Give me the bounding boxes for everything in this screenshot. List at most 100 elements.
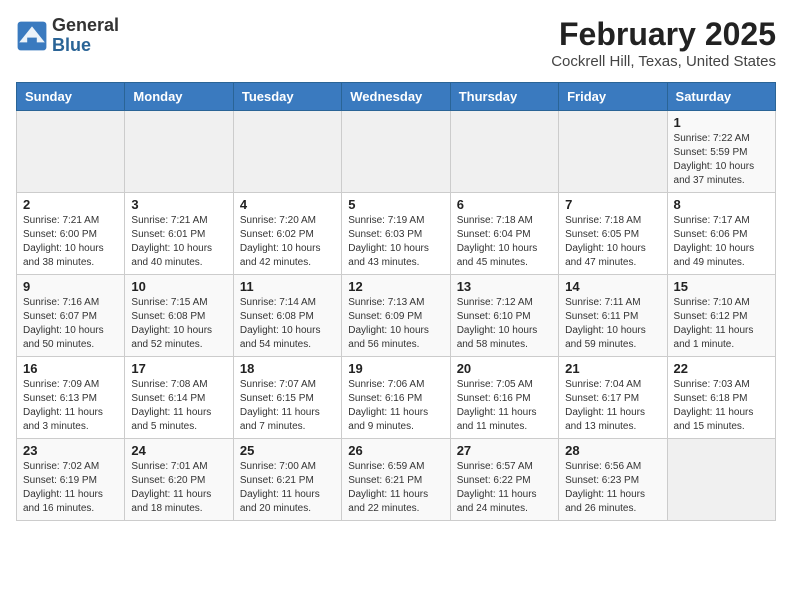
day-number: 18 [240, 361, 335, 376]
day-number: 28 [565, 443, 660, 458]
day-info: Sunrise: 7:14 AM Sunset: 6:08 PM Dayligh… [240, 296, 335, 352]
day-info: Sunrise: 7:01 AM Sunset: 6:20 PM Dayligh… [131, 460, 226, 516]
day-number: 11 [240, 279, 335, 294]
calendar-cell: 25 Sunrise: 7:00 AM Sunset: 6:21 PM Dayli… [233, 439, 341, 521]
day-number: 22 [674, 361, 769, 376]
day-number: 17 [131, 361, 226, 376]
weekday-header-sunday: Sunday [17, 83, 125, 111]
day-number: 15 [674, 279, 769, 294]
day-info: Sunrise: 7:10 AM Sunset: 6:12 PM Dayligh… [674, 296, 769, 352]
calendar-cell: 14 Sunrise: 7:11 AM Sunset: 6:11 PM Dayli… [559, 275, 667, 357]
calendar-cell: 21 Sunrise: 7:04 AM Sunset: 6:17 PM Dayli… [559, 357, 667, 439]
day-number: 20 [457, 361, 552, 376]
weekday-header-wednesday: Wednesday [342, 83, 450, 111]
calendar-cell: 16 Sunrise: 7:09 AM Sunset: 6:13 PM Dayli… [17, 357, 125, 439]
calendar-cell: 12 Sunrise: 7:13 AM Sunset: 6:09 PM Dayli… [342, 275, 450, 357]
page-subtitle: Cockrell Hill, Texas, United States [551, 53, 776, 70]
day-number: 26 [348, 443, 443, 458]
calendar-header: SundayMondayTuesdayWednesdayThursdayFrid… [17, 83, 776, 111]
day-number: 19 [348, 361, 443, 376]
calendar-cell: 24 Sunrise: 7:01 AM Sunset: 6:20 PM Dayli… [125, 439, 233, 521]
calendar-table: SundayMondayTuesdayWednesdayThursdayFrid… [16, 82, 776, 521]
day-info: Sunrise: 7:08 AM Sunset: 6:14 PM Dayligh… [131, 378, 226, 434]
logo: General Blue [16, 16, 119, 56]
calendar-cell: 23Sunrise: 7:02 AM Sunset: 6:19 PM Dayli… [17, 439, 125, 521]
logo-general-text: General [52, 15, 119, 35]
calendar-cell: 26Sunrise: 6:59 AM Sunset: 6:21 PM Dayli… [342, 439, 450, 521]
day-info: Sunrise: 7:18 AM Sunset: 6:04 PM Dayligh… [457, 214, 552, 270]
day-info: Sunrise: 7:18 AM Sunset: 6:05 PM Dayligh… [565, 214, 660, 270]
page-header: General Blue February 2025 Cockrell Hill… [16, 16, 776, 70]
calendar-cell: 19 Sunrise: 7:06 AM Sunset: 6:16 PM Dayli… [342, 357, 450, 439]
day-number: 14 [565, 279, 660, 294]
calendar-cell: 15 Sunrise: 7:10 AM Sunset: 6:12 PM Dayli… [667, 275, 775, 357]
day-info: Sunrise: 7:05 AM Sunset: 6:16 PM Dayligh… [457, 378, 552, 434]
calendar-cell: 28 Sunrise: 6:56 AM Sunset: 6:23 PM Dayli… [559, 439, 667, 521]
day-info: Sunrise: 7:04 AM Sunset: 6:17 PM Dayligh… [565, 378, 660, 434]
calendar-cell: 27Sunrise: 6:57 AM Sunset: 6:22 PM Dayli… [450, 439, 558, 521]
day-number: 10 [131, 279, 226, 294]
day-number: 12 [348, 279, 443, 294]
weekday-header-thursday: Thursday [450, 83, 558, 111]
day-number: 27 [457, 443, 552, 458]
calendar-body: 1 Sunrise: 7:22 AM Sunset: 5:59 PM Daylig… [17, 111, 776, 521]
day-info: Sunrise: 7:03 AM Sunset: 6:18 PM Dayligh… [674, 378, 769, 434]
day-info: Sunrise: 7:17 AM Sunset: 6:06 PM Dayligh… [674, 214, 769, 270]
calendar-cell [450, 111, 558, 193]
day-info: Sunrise: 7:07 AM Sunset: 6:15 PM Dayligh… [240, 378, 335, 434]
day-info: Sunrise: 7:12 AM Sunset: 6:10 PM Dayligh… [457, 296, 552, 352]
calendar-cell [125, 111, 233, 193]
day-number: 1 [674, 115, 769, 130]
day-info: Sunrise: 7:06 AM Sunset: 6:16 PM Dayligh… [348, 378, 443, 434]
calendar-cell: 1 Sunrise: 7:22 AM Sunset: 5:59 PM Daylig… [667, 111, 775, 193]
day-info: Sunrise: 7:19 AM Sunset: 6:03 PM Dayligh… [348, 214, 443, 270]
calendar-cell [233, 111, 341, 193]
day-number: 13 [457, 279, 552, 294]
calendar-cell: 6 Sunrise: 7:18 AM Sunset: 6:04 PM Daylig… [450, 193, 558, 275]
logo-icon [16, 20, 48, 52]
day-number: 21 [565, 361, 660, 376]
day-number: 6 [457, 197, 552, 212]
day-info: Sunrise: 7:13 AM Sunset: 6:09 PM Dayligh… [348, 296, 443, 352]
day-info: Sunrise: 7:21 AM Sunset: 6:01 PM Dayligh… [131, 214, 226, 270]
day-number: 4 [240, 197, 335, 212]
calendar-cell: 4Sunrise: 7:20 AM Sunset: 6:02 PM Daylig… [233, 193, 341, 275]
title-block: February 2025 Cockrell Hill, Texas, Unit… [551, 16, 776, 70]
logo-blue-text: Blue [52, 35, 91, 55]
day-info: Sunrise: 7:09 AM Sunset: 6:13 PM Dayligh… [23, 378, 118, 434]
weekday-header-friday: Friday [559, 83, 667, 111]
calendar-cell: 9Sunrise: 7:16 AM Sunset: 6:07 PM Daylig… [17, 275, 125, 357]
day-info: Sunrise: 7:02 AM Sunset: 6:19 PM Dayligh… [23, 460, 118, 516]
calendar-cell: 11 Sunrise: 7:14 AM Sunset: 6:08 PM Dayli… [233, 275, 341, 357]
day-number: 24 [131, 443, 226, 458]
calendar-cell [17, 111, 125, 193]
day-number: 25 [240, 443, 335, 458]
calendar-cell [667, 439, 775, 521]
calendar-cell: 8 Sunrise: 7:17 AM Sunset: 6:06 PM Daylig… [667, 193, 775, 275]
day-info: Sunrise: 7:15 AM Sunset: 6:08 PM Dayligh… [131, 296, 226, 352]
weekday-header-tuesday: Tuesday [233, 83, 341, 111]
calendar-cell: 7 Sunrise: 7:18 AM Sunset: 6:05 PM Daylig… [559, 193, 667, 275]
day-number: 3 [131, 197, 226, 212]
day-number: 8 [674, 197, 769, 212]
day-number: 16 [23, 361, 118, 376]
calendar-cell: 18 Sunrise: 7:07 AM Sunset: 6:15 PM Dayli… [233, 357, 341, 439]
day-info: Sunrise: 7:00 AM Sunset: 6:21 PM Dayligh… [240, 460, 335, 516]
weekday-header-saturday: Saturday [667, 83, 775, 111]
day-number: 2 [23, 197, 118, 212]
day-info: Sunrise: 6:56 AM Sunset: 6:23 PM Dayligh… [565, 460, 660, 516]
calendar-cell: 2Sunrise: 7:21 AM Sunset: 6:00 PM Daylig… [17, 193, 125, 275]
page-title: February 2025 [551, 16, 776, 53]
calendar-cell: 13 Sunrise: 7:12 AM Sunset: 6:10 PM Dayli… [450, 275, 558, 357]
weekday-header-monday: Monday [125, 83, 233, 111]
calendar-cell: 10 Sunrise: 7:15 AM Sunset: 6:08 PM Dayli… [125, 275, 233, 357]
calendar-cell: 5 Sunrise: 7:19 AM Sunset: 6:03 PM Daylig… [342, 193, 450, 275]
day-info: Sunrise: 7:11 AM Sunset: 6:11 PM Dayligh… [565, 296, 660, 352]
day-number: 9 [23, 279, 118, 294]
day-number: 7 [565, 197, 660, 212]
calendar-cell: 17 Sunrise: 7:08 AM Sunset: 6:14 PM Dayli… [125, 357, 233, 439]
calendar-cell: 3 Sunrise: 7:21 AM Sunset: 6:01 PM Daylig… [125, 193, 233, 275]
day-info: Sunrise: 7:22 AM Sunset: 5:59 PM Dayligh… [674, 132, 769, 188]
calendar-cell: 20 Sunrise: 7:05 AM Sunset: 6:16 PM Dayli… [450, 357, 558, 439]
day-number: 5 [348, 197, 443, 212]
